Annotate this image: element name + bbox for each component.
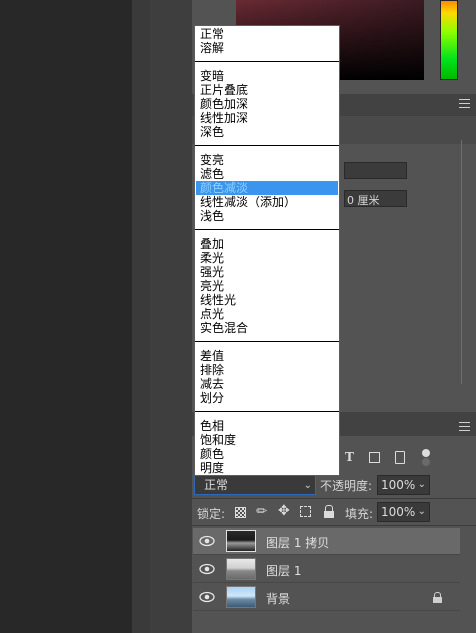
unit-field[interactable]: 0 厘米 (344, 190, 407, 207)
blend-option-lighten[interactable]: 变亮 (198, 153, 338, 167)
blend-option-subtract[interactable]: 减去 (198, 377, 338, 391)
blend-option-color-burn[interactable]: 颜色加深 (198, 97, 338, 111)
blend-option-dissolve[interactable]: 溶解 (198, 41, 338, 55)
visibility-eye-icon[interactable] (199, 562, 215, 576)
layer-row[interactable]: 图层 1 拷贝 (193, 528, 460, 555)
fill-label: 填充: (345, 507, 374, 521)
hue-slider[interactable] (440, 0, 458, 80)
layer-thumbnail (226, 558, 256, 580)
chevron-down-icon: ⌄ (303, 480, 312, 491)
blend-option-screen[interactable]: 滤色 (198, 167, 338, 181)
blend-mode-select[interactable]: 正常 ⌄ (194, 475, 316, 495)
lock-all-icon[interactable] (324, 505, 334, 519)
menu-icon[interactable] (459, 422, 470, 431)
panel-column-strip (150, 0, 192, 633)
layer-thumbnail (226, 586, 256, 608)
property-field[interactable] (344, 162, 407, 179)
smart-object-filter-icon[interactable] (395, 451, 405, 464)
menu-icon[interactable] (459, 99, 470, 108)
blend-option-soft-light[interactable]: 柔光 (198, 251, 338, 265)
filter-toggle-icon[interactable] (422, 449, 430, 466)
blend-separator (195, 61, 339, 62)
panel-dock-strip (132, 0, 150, 633)
unit-field-value: 0 厘米 (347, 194, 380, 207)
blend-option-overlay[interactable]: 叠加 (198, 237, 338, 251)
blend-option-multiply[interactable]: 正片叠底 (198, 83, 338, 97)
blend-option-vivid-light[interactable]: 亮光 (198, 279, 338, 293)
blend-option-hue[interactable]: 色相 (198, 419, 338, 433)
lock-transparency-icon[interactable] (235, 507, 246, 518)
type-filter-icon[interactable]: T (345, 450, 354, 464)
opacity-field[interactable]: 100% ⌄ (377, 475, 430, 495)
blend-option-luminosity[interactable]: 明度 (198, 461, 338, 475)
layer-thumbnail (226, 530, 256, 552)
lock-artboard-icon[interactable] (300, 506, 311, 517)
blend-option-divide[interactable]: 划分 (198, 391, 338, 405)
lock-position-icon[interactable]: ✥ (278, 503, 290, 519)
layer-name: 背景 (266, 592, 291, 606)
blend-separator (195, 229, 339, 230)
opacity-value: 100% (381, 478, 416, 492)
shape-filter-icon[interactable] (369, 452, 380, 463)
blend-option-normal[interactable]: 正常 (198, 27, 338, 41)
blend-mode-value: 正常 (204, 478, 229, 492)
blend-option-color-dodge[interactable]: 颜色减淡 (196, 181, 338, 195)
blend-option-linear-dodge[interactable]: 线性减淡（添加） (198, 195, 338, 209)
blend-option-exclusion[interactable]: 排除 (198, 363, 338, 377)
divider (192, 498, 476, 499)
lock-label: 锁定: (197, 507, 226, 521)
fill-value: 100% (381, 505, 416, 519)
blend-mode-dropdown[interactable]: 正常 溶解 变暗 正片叠底 颜色加深 线性加深 深色 变亮 滤色 颜色减淡 线性… (194, 25, 340, 476)
layer-name: 图层 1 拷贝 (266, 536, 330, 550)
blend-option-saturation[interactable]: 饱和度 (198, 433, 338, 447)
blend-option-difference[interactable]: 差值 (198, 349, 338, 363)
blend-option-linear-light[interactable]: 线性光 (198, 293, 338, 307)
blend-option-lighter-color[interactable]: 浅色 (198, 209, 338, 223)
blend-separator (195, 145, 339, 146)
blend-option-hard-light[interactable]: 强光 (198, 265, 338, 279)
layer-row[interactable]: 背景 (193, 584, 460, 611)
chevron-down-icon: ⌄ (417, 506, 426, 517)
blend-option-color[interactable]: 颜色 (198, 447, 338, 461)
blend-separator (195, 341, 339, 342)
visibility-eye-icon[interactable] (199, 590, 215, 604)
layer-name: 图层 1 (266, 564, 302, 578)
blend-option-darker-color[interactable]: 深色 (198, 125, 338, 139)
blend-separator (195, 411, 339, 412)
layers-scrollbar[interactable] (460, 528, 476, 612)
blend-option-linear-burn[interactable]: 线性加深 (198, 111, 338, 125)
visibility-eye-icon[interactable] (199, 534, 215, 548)
blend-option-pin-light[interactable]: 点光 (198, 307, 338, 321)
opacity-label: 不透明度: (320, 479, 373, 493)
chevron-down-icon: ⌄ (417, 479, 426, 490)
canvas-area[interactable] (0, 0, 132, 633)
scrollbar-track[interactable] (461, 140, 462, 384)
blend-option-hard-mix[interactable]: 实色混合 (198, 321, 338, 335)
layer-row[interactable]: 图层 1 (193, 556, 460, 583)
fill-field[interactable]: 100% ⌄ (377, 502, 430, 522)
divider (192, 525, 476, 526)
blend-option-darken[interactable]: 变暗 (198, 69, 338, 83)
lock-icon (433, 592, 442, 603)
